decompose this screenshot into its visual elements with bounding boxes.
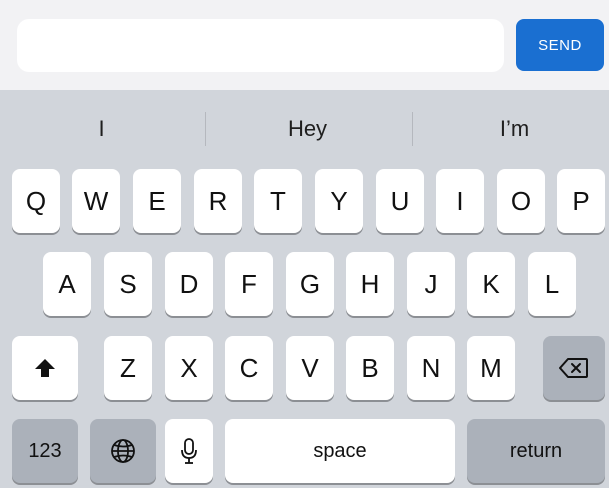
key-b[interactable]: B bbox=[346, 336, 394, 400]
globe-icon bbox=[110, 438, 136, 464]
microphone-icon bbox=[180, 437, 198, 465]
key-s[interactable]: S bbox=[104, 252, 152, 316]
key-v[interactable]: V bbox=[286, 336, 334, 400]
key-q[interactable]: Q bbox=[12, 169, 60, 233]
key-z[interactable]: Z bbox=[104, 336, 152, 400]
key-a[interactable]: A bbox=[43, 252, 91, 316]
message-input[interactable] bbox=[17, 19, 504, 72]
shift-key[interactable] bbox=[12, 336, 78, 400]
return-key[interactable]: return bbox=[467, 419, 605, 483]
key-r[interactable]: R bbox=[194, 169, 242, 233]
key-o[interactable]: O bbox=[497, 169, 545, 233]
key-j[interactable]: J bbox=[407, 252, 455, 316]
key-y[interactable]: Y bbox=[315, 169, 363, 233]
key-p[interactable]: P bbox=[557, 169, 605, 233]
key-h[interactable]: H bbox=[346, 252, 394, 316]
globe-key[interactable] bbox=[90, 419, 156, 483]
suggestion-1[interactable]: I bbox=[0, 90, 203, 168]
shift-icon bbox=[34, 357, 56, 379]
key-u[interactable]: U bbox=[376, 169, 424, 233]
key-x[interactable]: X bbox=[165, 336, 213, 400]
suggestion-bar: I Hey I’m bbox=[0, 90, 609, 168]
numbers-key[interactable]: 123 bbox=[12, 419, 78, 483]
key-g[interactable]: G bbox=[286, 252, 334, 316]
message-composer: SEND bbox=[0, 0, 609, 90]
key-l[interactable]: L bbox=[528, 252, 576, 316]
key-k[interactable]: K bbox=[467, 252, 515, 316]
key-n[interactable]: N bbox=[407, 336, 455, 400]
microphone-key[interactable] bbox=[165, 419, 213, 483]
key-e[interactable]: E bbox=[133, 169, 181, 233]
key-m[interactable]: M bbox=[467, 336, 515, 400]
key-f[interactable]: F bbox=[225, 252, 273, 316]
backspace-key[interactable] bbox=[543, 336, 605, 400]
key-i[interactable]: I bbox=[436, 169, 484, 233]
key-d[interactable]: D bbox=[165, 252, 213, 316]
space-key[interactable]: space bbox=[225, 419, 455, 483]
suggestion-3[interactable]: I’m bbox=[413, 90, 609, 168]
send-button[interactable]: SEND bbox=[516, 19, 604, 71]
suggestion-2[interactable]: Hey bbox=[206, 90, 409, 168]
on-screen-keyboard: I Hey I’m Q W E R T Y U I O P A S D F G … bbox=[0, 90, 609, 488]
key-c[interactable]: C bbox=[225, 336, 273, 400]
key-w[interactable]: W bbox=[72, 169, 120, 233]
key-t[interactable]: T bbox=[254, 169, 302, 233]
backspace-icon bbox=[559, 357, 589, 379]
